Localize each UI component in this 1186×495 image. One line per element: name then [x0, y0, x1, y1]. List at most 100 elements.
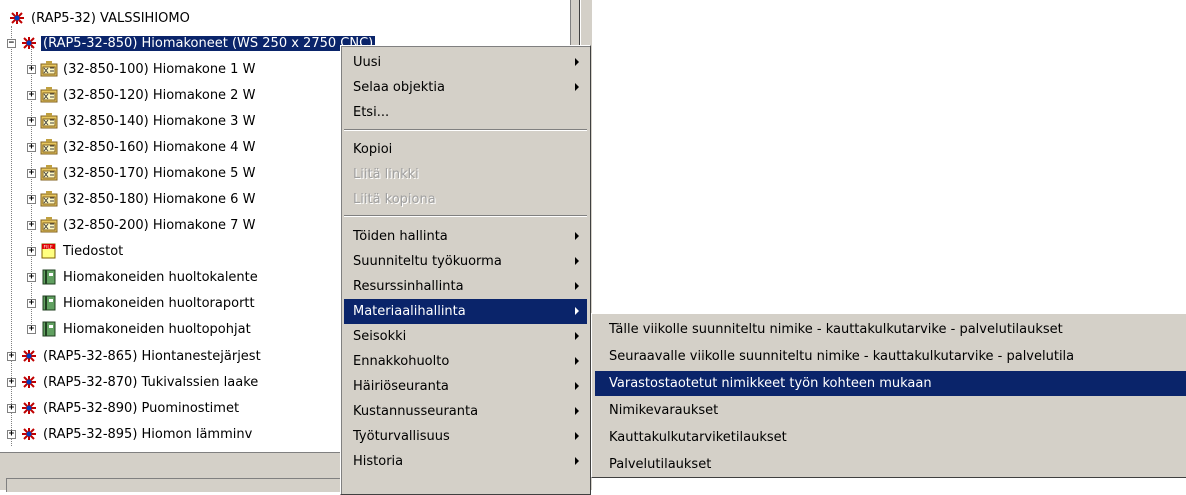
menu-item-häiriöseuranta[interactable]: Häiriöseuranta — [344, 374, 587, 399]
tree-node[interactable]: + (32-850-140) Hiomakone 3 W — [27, 111, 257, 131]
expand-icon[interactable]: + — [27, 116, 36, 126]
menu-item-seisokki[interactable]: Seisokki — [344, 324, 587, 349]
tree-node-label: (RAP5-32-865) Hiontanestejärjest — [43, 348, 261, 364]
network-node-icon — [20, 374, 38, 390]
tree-root[interactable]: (RAP5-32) VALSSIHIOMO — [8, 8, 192, 28]
menu-item-liitä-linkki[interactable]: Liitä linkki — [344, 162, 587, 187]
expand-icon[interactable]: + — [27, 298, 36, 308]
menu-item-label: Resurssinhallinta — [353, 279, 464, 294]
expand-icon[interactable]: + — [27, 272, 36, 282]
machine-icon — [40, 61, 58, 77]
submenu-item[interactable]: Palvelutilaukset — [595, 452, 1186, 477]
menu-item-materiaalihallinta[interactable]: Materiaalihallinta — [344, 299, 587, 324]
submenu-item-label: Kauttakulkutarviketilaukset — [609, 430, 787, 445]
tree-node-label: Hiomakoneiden huoltopohjat — [63, 321, 251, 337]
menu-item-label: Häiriöseuranta — [353, 379, 449, 394]
tree-root-label: (RAP5-32) VALSSIHIOMO — [31, 10, 190, 26]
tree-node[interactable]: + (32-850-200) Hiomakone 7 W — [27, 215, 257, 235]
tree-node-label: (32-850-120) Hiomakone 2 W — [63, 87, 256, 103]
menu-item-ennakkohuolto[interactable]: Ennakkohuolto — [344, 349, 587, 374]
tree-node-label: (32-850-160) Hiomakone 4 W — [63, 139, 256, 155]
menu-item-työturvallisuus[interactable]: Työturvallisuus — [344, 424, 587, 449]
tree-node[interactable]: + (32-850-120) Hiomakone 2 W — [27, 85, 257, 105]
context-menu: Uusi Selaa objektia Etsi... Kopioi Liitä lin… — [340, 45, 591, 495]
submenu-arrow-icon — [575, 332, 579, 340]
tree-node[interactable]: + Hiomakoneiden huoltokalente — [27, 267, 260, 287]
network-node-icon — [20, 348, 38, 364]
book-icon — [40, 295, 58, 311]
tree-node-label: (RAP5-32-890) Puominostimet — [43, 400, 240, 416]
menu-item-label: Materiaalihallinta — [353, 304, 466, 319]
collapse-icon[interactable]: − — [7, 38, 16, 48]
tree-node-label: (RAP5-32-870) Tukivalssien laake — [43, 374, 259, 390]
tree-node[interactable]: + (RAP5-32-895) Hiomon lämminv — [7, 424, 254, 444]
tree-node[interactable]: + (RAP5-32-870) Tukivalssien laake — [7, 372, 260, 392]
menu-item-suunniteltu-työkuorma[interactable]: Suunniteltu työkuorma — [344, 249, 587, 274]
tree-node[interactable]: + (32-850-100) Hiomakone 1 W — [27, 59, 257, 79]
submenu-item[interactable]: Kauttakulkutarviketilaukset — [595, 425, 1186, 450]
expand-icon[interactable]: + — [7, 403, 16, 413]
book-icon — [40, 321, 58, 337]
menu-item-label: Kustannusseuranta — [353, 404, 479, 419]
tree-node-label: (32-850-170) Hiomakone 5 W — [63, 165, 256, 181]
tree-node[interactable]: + (32-850-180) Hiomakone 6 W — [27, 189, 257, 209]
menu-item-label: Ennakkohuolto — [353, 354, 450, 369]
tree-node[interactable]: + Hiomakoneiden huoltopohjat — [27, 319, 253, 339]
machine-icon — [40, 87, 58, 103]
submenu-item[interactable]: Seuraavalle viikolle suunniteltu nimike … — [595, 344, 1186, 369]
menu-item-historia[interactable]: Historia — [344, 449, 587, 474]
tree-node[interactable]: + (32-850-160) Hiomakone 4 W — [27, 137, 257, 157]
submenu-arrow-icon — [575, 58, 579, 66]
expand-icon[interactable]: + — [27, 168, 36, 178]
expand-icon[interactable]: + — [7, 429, 16, 439]
submenu-item[interactable]: Tälle viikolle suunniteltu nimike - kaut… — [595, 317, 1186, 342]
menu-item-etsi[interactable]: Etsi... — [344, 100, 587, 125]
menu-item-label: Töiden hallinta — [353, 229, 448, 244]
tree-node[interactable]: + (RAP5-32-890) Puominostimet — [7, 398, 241, 418]
expand-icon[interactable]: + — [27, 246, 36, 256]
menu-item-label: Uusi — [353, 55, 382, 70]
expand-icon[interactable]: + — [27, 194, 36, 204]
submenu-item-label: Seuraavalle viikolle suunniteltu nimike … — [609, 349, 1075, 364]
menu-item-uusi[interactable]: Uusi — [344, 50, 587, 75]
network-node-icon — [20, 35, 38, 51]
menu-item-liitä-kopiona[interactable]: Liitä kopiona — [344, 187, 587, 212]
tree-node[interactable]: + Hiomakoneiden huoltoraportt — [27, 293, 257, 313]
menu-item-töiden-hallinta[interactable]: Töiden hallinta — [344, 224, 587, 249]
submenu-item[interactable]: Nimikevaraukset — [595, 398, 1186, 423]
submenu-item-label: Palvelutilaukset — [609, 457, 712, 472]
menu-separator — [344, 129, 587, 131]
network-node-icon — [8, 10, 26, 26]
tree-node-label: (RAP5-32-895) Hiomon lämminv — [43, 426, 253, 442]
menu-item-kopioi[interactable]: Kopioi — [344, 137, 587, 162]
expand-icon[interactable]: + — [27, 64, 36, 74]
tree-node[interactable]: + (RAP5-32-865) Hiontanestejärjest — [7, 346, 263, 366]
menu-item-label: Selaa objektia — [353, 80, 445, 95]
tree-node-label: (32-850-180) Hiomakone 6 W — [63, 191, 256, 207]
menu-item-selaa-objektia[interactable]: Selaa objektia — [344, 75, 587, 100]
expand-icon[interactable]: + — [7, 377, 16, 387]
submenu-arrow-icon — [575, 382, 579, 390]
machine-icon — [40, 113, 58, 129]
expand-icon[interactable]: + — [27, 220, 36, 230]
menu-item-resurssinhallinta[interactable]: Resurssinhallinta — [344, 274, 587, 299]
submenu-arrow-icon — [575, 457, 579, 465]
tree-node[interactable]: + FILE Tiedostot — [27, 241, 125, 261]
machine-icon — [40, 139, 58, 155]
submenu-item[interactable]: Varastostaotetut nimikkeet työn kohteen … — [595, 371, 1186, 396]
submenu-arrow-icon — [575, 357, 579, 365]
tree-node-selected[interactable]: − (RAP5-32-850) Hiomakoneet (WS 250 x 27… — [7, 33, 377, 53]
menu-item-label: Historia — [353, 454, 404, 469]
expand-icon[interactable]: + — [27, 324, 36, 334]
machine-icon — [40, 217, 58, 233]
tree-node[interactable]: + (32-850-170) Hiomakone 5 W — [27, 163, 257, 183]
tree-node-label: (32-850-100) Hiomakone 1 W — [63, 61, 256, 77]
submenu-arrow-icon — [575, 407, 579, 415]
expand-icon[interactable]: + — [27, 90, 36, 100]
expand-icon[interactable]: + — [27, 142, 36, 152]
menu-item-kustannusseuranta[interactable]: Kustannusseuranta — [344, 399, 587, 424]
submenu-item-label: Tälle viikolle suunniteltu nimike - kaut… — [609, 322, 1063, 337]
submenu-arrow-icon — [575, 432, 579, 440]
expand-icon[interactable]: + — [7, 351, 16, 361]
menu-item-label: Etsi... — [353, 105, 390, 120]
